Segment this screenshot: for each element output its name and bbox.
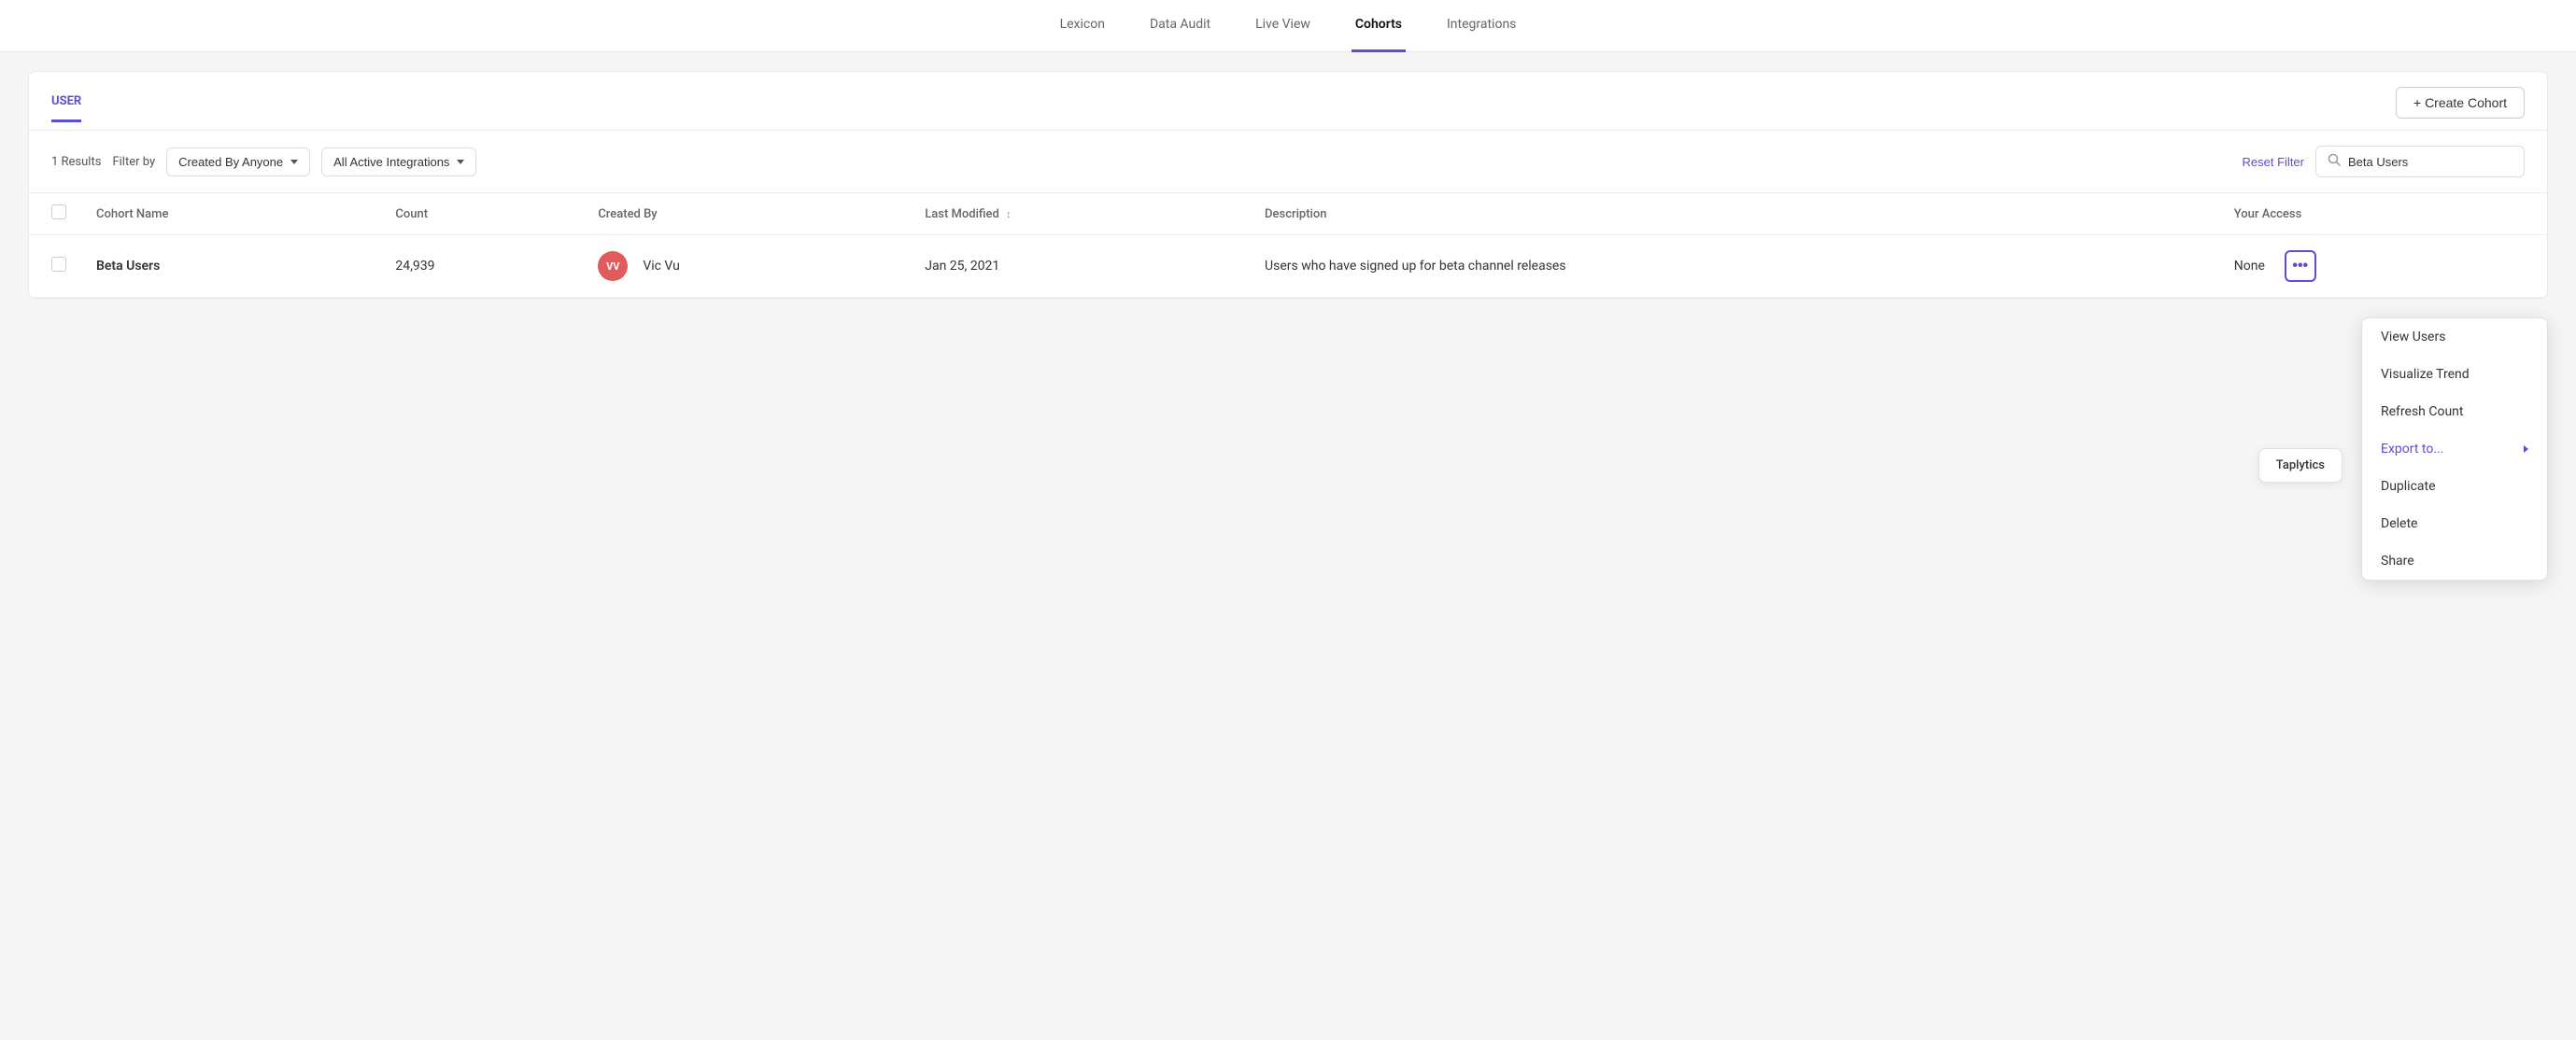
context-menu-view-users[interactable]: View Users	[2362, 318, 2547, 356]
created-by-filter[interactable]: Created By Anyone	[166, 148, 310, 176]
top-navigation: Lexicon Data Audit Live View Cohorts Int…	[0, 0, 2576, 52]
context-menu-duplicate[interactable]: Duplicate	[2362, 468, 2547, 505]
access-label: None	[2234, 259, 2265, 274]
row-checkbox-cell	[29, 235, 81, 298]
context-menu: View Users Visualize Trend Refresh Count…	[2361, 317, 2548, 581]
cohorts-table: Cohort Name Count Created By Last Modifi…	[29, 193, 2547, 298]
context-menu-refresh-count[interactable]: Refresh Count	[2362, 393, 2547, 430]
cohort-name-cell: Beta Users	[81, 235, 380, 298]
share-label: Share	[2381, 554, 2414, 569]
reset-filter-button[interactable]: Reset Filter	[2243, 155, 2304, 169]
nav-item-cohorts[interactable]: Cohorts	[1352, 0, 1406, 52]
cohort-access-cell: None •••	[2219, 235, 2547, 298]
card-header: USER + Create Cohort	[29, 72, 2547, 131]
col-header-last-modified[interactable]: Last Modified ↕	[910, 193, 1250, 235]
context-menu-visualize-trend[interactable]: Visualize Trend	[2362, 356, 2547, 393]
integrations-filter[interactable]: All Active Integrations	[321, 148, 476, 176]
avatar: VV	[598, 251, 628, 281]
table-header-row: Cohort Name Count Created By Last Modifi…	[29, 193, 2547, 235]
results-count: 1 Results	[51, 155, 101, 169]
sort-icon: ↕	[1006, 208, 1012, 220]
search-container	[2315, 146, 2525, 177]
view-users-label: View Users	[2381, 330, 2445, 344]
chevron-down-icon	[290, 160, 298, 164]
search-icon	[2328, 153, 2341, 170]
delete-label: Delete	[2381, 516, 2417, 531]
select-all-header	[29, 193, 81, 235]
created-by-name: Vic Vu	[643, 259, 680, 274]
col-header-count: Count	[380, 193, 583, 235]
search-input[interactable]	[2348, 155, 2512, 169]
tab-user[interactable]: USER	[51, 94, 81, 122]
context-menu-delete[interactable]: Delete	[2362, 505, 2547, 542]
integrations-filter-label: All Active Integrations	[333, 155, 449, 169]
create-cohort-button[interactable]: + Create Cohort	[2396, 87, 2525, 119]
chevron-right-icon	[2524, 445, 2528, 453]
col-header-access: Your Access	[2219, 193, 2547, 235]
nav-item-live-view[interactable]: Live View	[1252, 0, 1314, 52]
col-header-description: Description	[1250, 193, 2219, 235]
created-by-filter-label: Created By Anyone	[178, 155, 283, 169]
cohort-name[interactable]: Beta Users	[96, 259, 160, 274]
visualize-trend-label: Visualize Trend	[2381, 367, 2470, 382]
cohort-last-modified-cell: Jan 25, 2021	[910, 235, 1250, 298]
duplicate-label: Duplicate	[2381, 479, 2436, 494]
filter-by-label: Filter by	[112, 155, 155, 169]
nav-item-integrations[interactable]: Integrations	[1443, 0, 1520, 52]
nav-item-data-audit[interactable]: Data Audit	[1146, 0, 1214, 52]
col-header-name: Cohort Name	[81, 193, 380, 235]
refresh-count-label: Refresh Count	[2381, 404, 2464, 419]
more-options-button[interactable]: •••	[2285, 250, 2316, 282]
chevron-down-icon	[457, 160, 464, 164]
context-menu-share[interactable]: Share	[2362, 542, 2547, 580]
row-checkbox[interactable]	[51, 257, 66, 272]
taplytics-badge: Taplytics	[2258, 448, 2342, 483]
cohort-description-cell: Users who have signed up for beta channe…	[1250, 235, 2219, 298]
nav-item-lexicon[interactable]: Lexicon	[1056, 0, 1109, 52]
main-content: USER + Create Cohort 1 Results Filter by…	[0, 52, 2576, 317]
col-header-created-by: Created By	[583, 193, 910, 235]
cohort-count-cell: 24,939	[380, 235, 583, 298]
cohort-created-by-cell: VV Vic Vu	[583, 235, 910, 298]
context-menu-export-to[interactable]: Export to...	[2362, 430, 2547, 468]
select-all-checkbox[interactable]	[51, 204, 66, 219]
taplytics-label: Taplytics	[2276, 458, 2325, 472]
filters-row: 1 Results Filter by Created By Anyone Al…	[29, 131, 2547, 193]
export-to-label: Export to...	[2381, 442, 2443, 457]
cohorts-card: USER + Create Cohort 1 Results Filter by…	[28, 71, 2548, 299]
table-row: Beta Users 24,939 VV Vic Vu Jan 25, 2021…	[29, 235, 2547, 298]
